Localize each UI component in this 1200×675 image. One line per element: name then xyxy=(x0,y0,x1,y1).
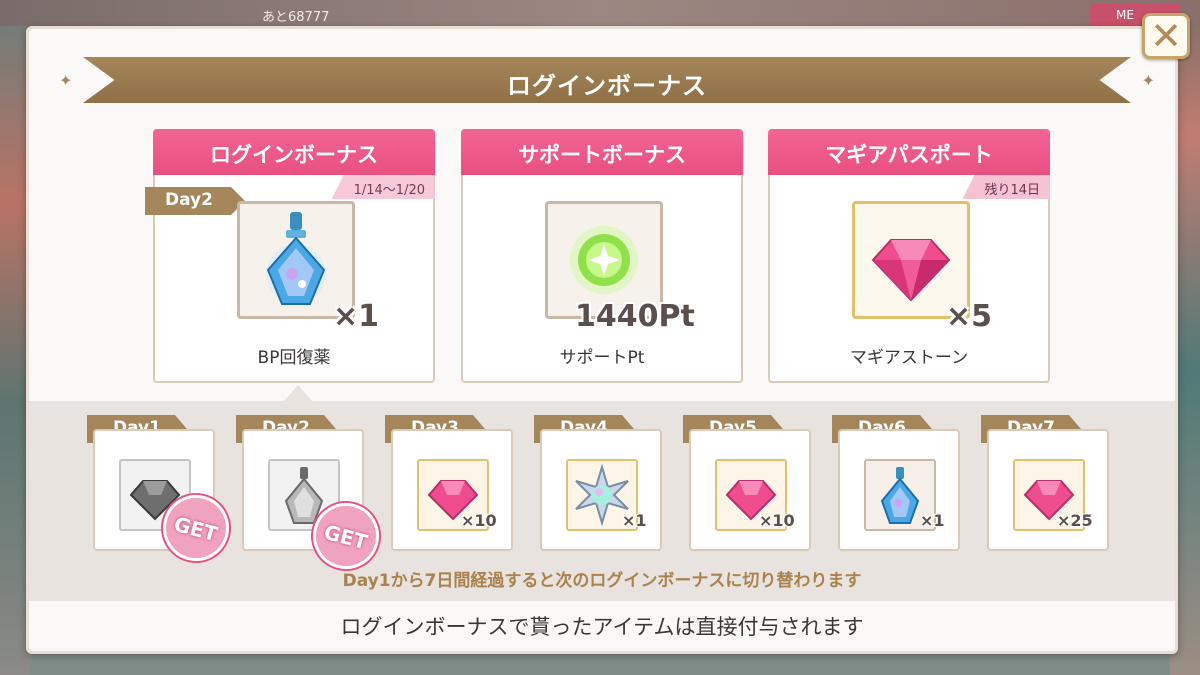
day-cell-5[interactable]: ×10 xyxy=(689,429,811,551)
card-header: ログインボーナス xyxy=(153,129,435,175)
day-quantity: ×10 xyxy=(461,511,497,530)
background-counter: あと68777 xyxy=(262,10,330,25)
login-bonus-card: ログインボーナス 1/14〜1/20 Day2 ×1 BP回復薬 xyxy=(145,129,435,383)
card-day-tab: Day2 xyxy=(145,187,245,215)
day-quantity: ×1 xyxy=(622,511,647,530)
card-item-label: マギアストーン xyxy=(849,348,969,368)
dialog-title: ログインボーナス xyxy=(507,72,707,100)
close-icon: ✕ xyxy=(1150,14,1182,58)
card-item-label: サポートPt xyxy=(559,348,645,368)
card-quantity: ×1 xyxy=(333,299,380,334)
login-bonus-dialog: ✦ ✦ ログインボーナス ログインボーナス 1/14〜1/20 Day2 ×1 … xyxy=(26,26,1178,654)
band-pointer xyxy=(284,385,312,401)
title-banner: ✦ ✦ ログインボーナス xyxy=(57,55,1157,105)
magia-passport-card: マギアパスポート 残り14日 ×5 マギアストーン xyxy=(768,129,1050,383)
day-cell-4[interactable]: ×1 xyxy=(540,429,662,551)
day-cell-7[interactable]: ×25 xyxy=(987,429,1109,551)
background-top xyxy=(0,0,1200,26)
day-cell-6[interactable]: ×1 xyxy=(838,429,960,551)
day-quantity: ×25 xyxy=(1057,511,1093,530)
card-remaining: 残り14日 xyxy=(962,175,1050,199)
close-button[interactable]: ✕ xyxy=(1142,13,1190,59)
card-period: 1/14〜1/20 xyxy=(331,175,435,199)
card-header: サポートボーナス xyxy=(461,129,743,175)
footer-message: ログインボーナスで貰ったアイテムは直接付与されます xyxy=(29,601,1175,651)
day-quantity: ×10 xyxy=(759,511,795,530)
card-header: マギアパスポート xyxy=(768,129,1050,175)
rotation-note: Day1から7日間経過すると次のログインボーナスに切り替わります xyxy=(342,571,862,591)
day-cell-3[interactable]: ×10 xyxy=(391,429,513,551)
day-quantity: ×1 xyxy=(920,511,945,530)
support-bonus-card: サポートボーナス 1440Pt サポートPt xyxy=(461,129,743,383)
card-item-label: BP回復薬 xyxy=(257,348,331,368)
card-quantity: ×5 xyxy=(946,299,993,334)
card-quantity: 1440Pt xyxy=(575,299,695,334)
